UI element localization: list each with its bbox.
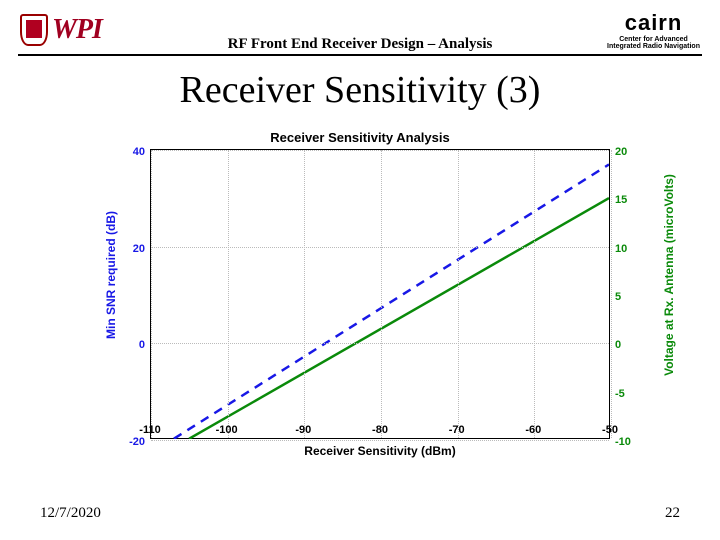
x-tick-label: -60: [525, 424, 541, 436]
series-right: [189, 198, 609, 439]
y-axis-right-label: Voltage at Rx. Antenna (microVolts): [662, 73, 676, 275]
cairn-logo-text: cairn: [607, 10, 700, 36]
y-right-tick-label: 10: [615, 243, 627, 255]
grid-line-horizontal: [151, 343, 609, 344]
x-tick-label: -90: [295, 424, 311, 436]
y-left-tick-label: 40: [133, 146, 145, 158]
grid-line-horizontal: [151, 247, 609, 248]
y-left-tick-label: -20: [129, 436, 145, 448]
grid-line-vertical: [534, 150, 535, 438]
grid-line-vertical: [381, 150, 382, 438]
footer-page: 22: [665, 505, 680, 522]
series-left: [174, 164, 609, 438]
plot-area: [150, 149, 610, 439]
x-axis-label: Receiver Sensitivity (dBm): [150, 444, 610, 458]
x-tick-label: -50: [602, 424, 618, 436]
y-right-tick-label: -10: [615, 436, 631, 448]
x-tick-label: -80: [372, 424, 388, 436]
grid-line-horizontal: [151, 440, 609, 441]
y-right-tick-label: 15: [615, 194, 627, 206]
y-right-tick-label: 5: [615, 291, 621, 303]
chart-lines: [151, 150, 609, 439]
footer-date: 12/7/2020: [40, 505, 101, 522]
x-tick-label: -100: [216, 424, 238, 436]
header: WPI RF Front End Receiver Design – Analy…: [0, 6, 720, 58]
y-right-tick-label: 0: [615, 339, 621, 351]
cairn-logo: cairn Center for Advanced Integrated Rad…: [607, 10, 700, 50]
page-title: Receiver Sensitivity (3): [0, 68, 720, 112]
cairn-logo-sub1: Center for Advanced: [607, 36, 700, 43]
grid-line-vertical: [228, 150, 229, 438]
y-axis-left-label: Min SNR required (dB): [104, 147, 118, 275]
x-tick-label: -110: [139, 424, 160, 436]
grid-line-vertical: [151, 150, 152, 438]
header-divider: [18, 54, 702, 56]
y-right-tick-label: -5: [615, 388, 625, 400]
y-right-tick-label: 20: [615, 146, 627, 158]
grid-line-vertical: [304, 150, 305, 438]
cairn-logo-sub2: Integrated Radio Navigation: [607, 43, 700, 50]
chart-title: Receiver Sensitivity Analysis: [110, 130, 610, 145]
grid-line-vertical: [611, 150, 612, 438]
grid-line-vertical: [458, 150, 459, 438]
y-left-tick-label: 0: [139, 339, 145, 351]
x-tick-label: -70: [449, 424, 465, 436]
grid-line-horizontal: [151, 150, 609, 151]
y-left-tick-label: 20: [133, 243, 145, 255]
chart: Receiver Sensitivity Analysis Min SNR re…: [110, 130, 610, 470]
